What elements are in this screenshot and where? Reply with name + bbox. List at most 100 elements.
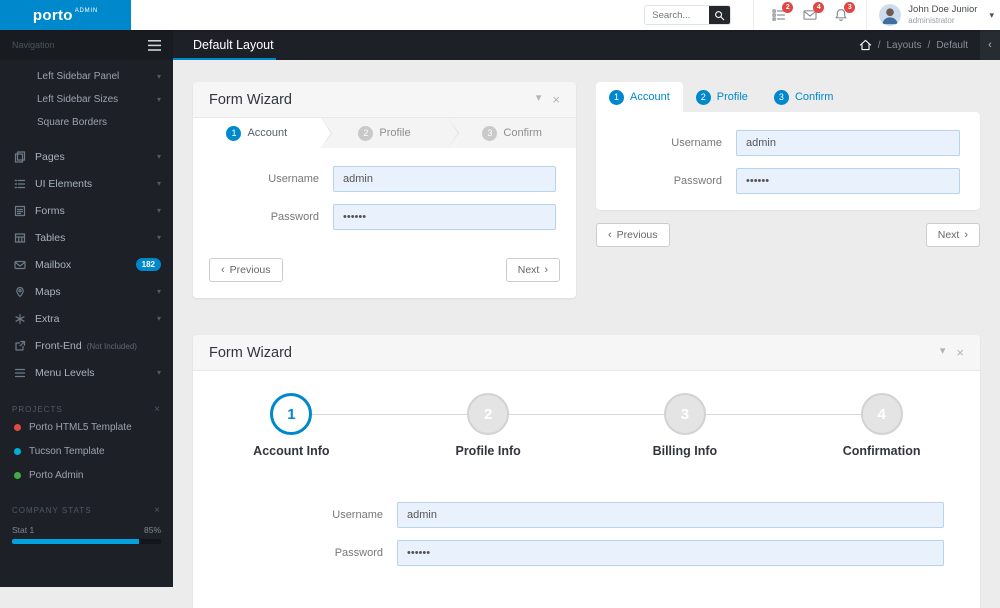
- chevron-down-icon: ▾: [156, 95, 161, 104]
- sidebar-item-left-sidebar-sizes[interactable]: Left Sidebar Sizes ▾: [0, 88, 173, 111]
- previous-button[interactable]: ‹ Previous: [596, 223, 670, 247]
- panel-title: Form Wizard: [209, 344, 292, 361]
- username-field[interactable]: [736, 130, 960, 156]
- form-wizard-panel-large: Form Wizard ▾ × 1 Account Info 2 Profile…: [193, 335, 980, 608]
- top-header: porto ADMIN 2: [0, 0, 1000, 30]
- stat-progress-fill: [12, 539, 139, 544]
- page-title: Default Layout: [193, 38, 274, 52]
- tab-confirm[interactable]: 3 Confirm: [761, 82, 847, 112]
- password-field[interactable]: [397, 540, 944, 566]
- step-confirmation[interactable]: 4 Confirmation: [783, 393, 980, 458]
- chevron-down-icon: ▾: [156, 314, 161, 323]
- step-account[interactable]: 1 Account: [193, 118, 332, 148]
- alerts-count-badge: 3: [844, 2, 856, 13]
- password-label: Password: [673, 175, 722, 187]
- company-stats-close-icon[interactable]: ×: [154, 505, 161, 516]
- tab-account[interactable]: 1 Account: [596, 82, 683, 112]
- wizard-steps: 1 Account 2 Profile 3 Confirm: [193, 118, 576, 148]
- projects-close-icon[interactable]: ×: [154, 404, 161, 415]
- step-account-info[interactable]: 1 Account Info: [193, 393, 390, 458]
- username-field[interactable]: [397, 502, 944, 528]
- next-button[interactable]: Next ›: [925, 223, 980, 247]
- messages-menu-button[interactable]: 4: [798, 2, 825, 27]
- sidebar-item-tables[interactable]: Tables ▾: [0, 224, 173, 251]
- tab-profile[interactable]: 2 Profile: [683, 82, 761, 112]
- brand-subtitle: ADMIN: [74, 8, 99, 14]
- chevron-down-icon: ▾: [156, 368, 161, 377]
- sidebar-item-left-sidebar-panel[interactable]: Left Sidebar Panel ▾: [0, 65, 173, 88]
- panel-close-icon[interactable]: ×: [552, 93, 560, 106]
- panel-close-icon[interactable]: ×: [956, 346, 964, 359]
- search-button[interactable]: [709, 6, 731, 24]
- breadcrumb-layouts[interactable]: Layouts: [887, 40, 922, 51]
- step-profile[interactable]: 2 Profile: [320, 118, 459, 148]
- messages-count-badge: 4: [813, 2, 825, 13]
- sidebar-section-label: Navigation: [12, 40, 55, 50]
- home-icon[interactable]: [859, 39, 872, 51]
- user-menu[interactable]: John Doe Junior administrator: [867, 4, 989, 26]
- brand-logo[interactable]: porto ADMIN: [0, 0, 131, 30]
- sidebar-right-toggle-button[interactable]: ‹: [980, 30, 1000, 60]
- project-item-tucson[interactable]: Tucson Template: [12, 439, 161, 463]
- chevron-down-icon: ▾: [156, 287, 161, 296]
- sidebar-item-front-end[interactable]: Front-End (Not Included): [0, 332, 173, 359]
- projects-section: PROJECTS × Porto HTML5 Template Tucson T…: [0, 404, 173, 487]
- sidebar-item-maps[interactable]: Maps ▾: [0, 278, 173, 305]
- company-stats-title: COMPANY STATS: [12, 506, 92, 515]
- alerts-menu-button[interactable]: 3: [829, 2, 856, 27]
- search-icon: [715, 10, 725, 20]
- step-billing-info[interactable]: 3 Billing Info: [587, 393, 784, 458]
- title-accent-bar: [173, 58, 276, 60]
- panel-collapse-icon[interactable]: ▾: [536, 93, 542, 106]
- project-dot: [14, 471, 21, 479]
- user-caret-down-icon[interactable]: ▾: [989, 10, 1000, 21]
- sidebar-item-mailbox[interactable]: Mailbox 182: [0, 251, 173, 278]
- wizard-circle-steps: 1 Account Info 2 Profile Info 3 Billing …: [193, 371, 980, 474]
- stat-label: Stat 1: [12, 525, 35, 535]
- project-item-porto-html5[interactable]: Porto HTML5 Template: [12, 415, 161, 439]
- sidebar-item-pages[interactable]: Pages ▾: [0, 143, 173, 170]
- username-label: Username: [268, 173, 319, 185]
- chevron-down-icon: ▾: [156, 152, 161, 161]
- password-field[interactable]: [333, 204, 556, 230]
- chevron-right-icon: ›: [544, 263, 548, 276]
- tasks-menu-button[interactable]: 2: [767, 2, 794, 27]
- next-button[interactable]: Next ›: [505, 258, 560, 282]
- stat-progress-track: [12, 539, 161, 544]
- sidebar-item-square-borders[interactable]: Square Borders: [0, 111, 173, 134]
- username-field[interactable]: [333, 166, 556, 192]
- form-icon: [14, 205, 26, 216]
- user-role: administrator: [908, 15, 955, 25]
- user-name: John Doe Junior: [908, 3, 978, 15]
- sidebar-item-ui-elements[interactable]: UI Elements ▾: [0, 170, 173, 197]
- sidebar-item-forms[interactable]: Forms ▾: [0, 197, 173, 224]
- wizard-tabs: 1 Account 2 Profile 3 Confirm: [596, 82, 980, 112]
- panel-collapse-icon[interactable]: ▾: [940, 346, 946, 359]
- front-end-note: (Not Included): [86, 341, 137, 351]
- password-field[interactable]: [736, 168, 960, 194]
- chevron-left-icon: ‹: [988, 39, 992, 51]
- chevron-left-icon: ‹: [608, 228, 612, 241]
- projects-section-title: PROJECTS: [12, 405, 63, 414]
- tabbed-wizard-panel: 1 Account 2 Profile 3 Confirm Username P…: [596, 82, 980, 247]
- asterisk-icon: [15, 313, 25, 324]
- external-link-icon: [15, 340, 26, 351]
- chevron-left-icon: ‹: [221, 263, 225, 276]
- left-sidebar: Navigation Left Sidebar Panel ▾ Left Sid…: [0, 30, 173, 587]
- sidebar-toggle-button[interactable]: [148, 39, 161, 51]
- menu-icon: [14, 368, 26, 377]
- chevron-down-icon: ▾: [156, 72, 161, 81]
- previous-button[interactable]: ‹ Previous: [209, 258, 283, 282]
- hamburger-icon: [148, 39, 161, 51]
- step-profile-info[interactable]: 2 Profile Info: [390, 393, 587, 458]
- chevron-down-icon: ▾: [156, 206, 161, 215]
- sidebar-item-extra[interactable]: Extra ▾: [0, 305, 173, 332]
- search-input[interactable]: [645, 6, 710, 24]
- breadcrumb-default[interactable]: Default: [936, 40, 968, 51]
- sidebar-item-menu-levels[interactable]: Menu Levels ▾: [0, 359, 173, 386]
- project-dot: [14, 447, 21, 455]
- password-label: Password: [334, 547, 383, 559]
- step-confirm[interactable]: 3 Confirm: [448, 118, 576, 148]
- chevron-down-icon: ▾: [156, 179, 161, 188]
- project-item-porto-admin[interactable]: Porto Admin: [12, 463, 161, 487]
